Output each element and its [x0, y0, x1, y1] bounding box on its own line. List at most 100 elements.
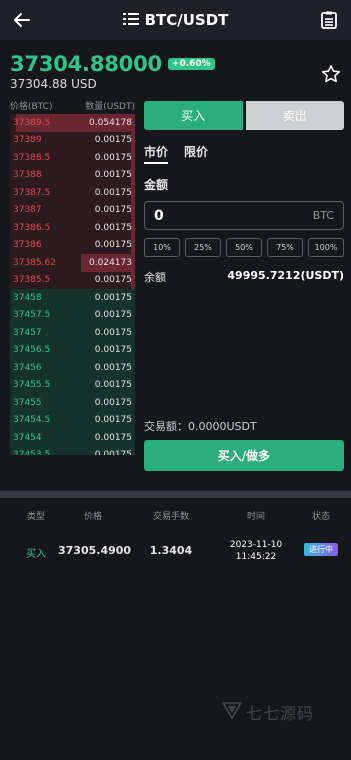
transaction-amount: 交易额：0.0000USDT — [144, 420, 257, 433]
ask-row[interactable]: 37388.5 0.00175 — [10, 149, 135, 167]
bid-row[interactable]: 37456.5 0.00175 — [10, 342, 135, 360]
order-date: 2023-11-10 — [229, 540, 283, 550]
bid-price: 37455 — [13, 397, 42, 408]
pct-25-button[interactable]: 25% — [185, 238, 221, 257]
col-lots: 交易手数 — [152, 512, 189, 522]
top-bar: BTC/USDT — [0, 0, 351, 40]
bid-price: 37456.5 — [13, 345, 51, 356]
usd-price: 37304.88 USD — [10, 77, 97, 91]
tab-buy[interactable]: 买入 — [144, 101, 243, 130]
pct-50-button[interactable]: 50% — [226, 238, 262, 257]
amount-value: 0 — [154, 207, 164, 224]
menu-list-icon — [122, 11, 139, 29]
col-type: 类型 — [26, 512, 45, 522]
bid-qty: 0.00175 — [95, 450, 132, 455]
bid-qty: 0.00175 — [94, 310, 132, 321]
ask-row[interactable]: 37389 0.00175 — [10, 131, 135, 149]
ask-row[interactable]: 37388 0.00175 — [10, 166, 135, 184]
ask-row[interactable]: 37385.5 0.00175 — [10, 271, 135, 289]
balance-row: 余额 49995.7212(USDT) — [144, 269, 344, 285]
ask-qty: 0.00175 — [94, 152, 132, 163]
bid-qty: 0.00175 — [94, 380, 132, 391]
book-price-header: 价格(BTC) — [10, 101, 53, 112]
pct-10-button[interactable]: 10% — [144, 238, 180, 257]
amount-input[interactable]: 0 BTC — [144, 201, 344, 230]
trade-form: 买入 卖出 市价 限价 金额 0 BTC 10% 25% 50% 75% 100… — [144, 96, 351, 471]
change-badge: +0.60% — [167, 58, 215, 70]
tab-sell[interactable]: 卖出 — [245, 101, 344, 130]
bid-qty: 0.00175 — [94, 415, 132, 426]
order-lots: 1.3404 — [149, 544, 193, 557]
ask-qty: 0.00175 — [94, 222, 132, 233]
bid-row[interactable]: 37455 0.00175 — [10, 394, 135, 412]
col-price: 价格 — [83, 512, 102, 522]
order-type: 买入 — [26, 549, 46, 560]
ask-price: 37387.5 — [13, 187, 51, 198]
ask-row[interactable]: 37386.5 0.00175 — [10, 219, 135, 237]
col-time: 时间 — [246, 512, 265, 522]
order-book: 价格(BTC) 数量(USDT) 37389.5 0.054178 37389 0.0… — [10, 96, 135, 471]
balance-label: 余额 — [144, 271, 166, 284]
bid-row[interactable]: 37455.5 0.00175 — [10, 377, 135, 395]
bid-row[interactable]: 37457 0.00175 — [10, 324, 135, 342]
order-status: 进行中 — [298, 542, 344, 556]
watermark-mark-icon — [221, 701, 243, 723]
bid-qty: 0.00175 — [94, 432, 132, 443]
section-divider — [0, 491, 351, 498]
ask-price: 37385.62 — [13, 257, 56, 268]
order-type-tabs: 市价 限价 — [144, 143, 344, 164]
ask-price: 37387 — [13, 205, 42, 216]
bid-row[interactable]: 37454.5 0.00175 — [10, 412, 135, 430]
bid-price: 37454 — [13, 432, 42, 443]
bid-qty: 0.00175 — [94, 327, 132, 338]
bid-qty: 0.00175 — [94, 292, 132, 303]
tab-limit[interactable]: 限价 — [184, 143, 208, 164]
bid-qty: 0.00175 — [94, 345, 132, 356]
bid-row[interactable]: 37454 0.00175 — [10, 429, 135, 447]
trade-content: 价格(BTC) 数量(USDT) 37389.5 0.054178 37389 0.0… — [0, 96, 351, 471]
bid-qty: 0.00175 — [94, 397, 132, 408]
bid-row[interactable]: 37456 0.00175 — [10, 359, 135, 377]
ask-row[interactable]: 37385.62 0.024173 — [10, 254, 135, 272]
percent-buttons: 10% 25% 50% 75% 100% — [144, 238, 344, 257]
ask-price: 37386 — [13, 240, 42, 251]
bid-price: 37457.5 — [13, 310, 51, 321]
status-badge: 进行中 — [304, 543, 338, 556]
buy-submit-button[interactable]: 买入/做多 — [144, 440, 344, 471]
ask-row[interactable]: 37389.5 0.054178 — [10, 114, 135, 132]
watermark-text: 七七源码 — [246, 704, 315, 723]
book-qty-header: 数量(USDT) — [85, 101, 135, 112]
ask-qty: 0.00175 — [94, 275, 132, 286]
ticker-panel: 37304.88000 +0.60% 37304.88 USD — [0, 40, 351, 96]
back-arrow-icon[interactable] — [10, 8, 34, 32]
ask-price: 37389.5 — [13, 117, 51, 128]
ask-row[interactable]: 37387 0.00175 — [10, 201, 135, 219]
amount-unit: BTC — [312, 209, 334, 222]
bid-row[interactable]: 37457.5 0.00175 — [10, 307, 135, 325]
ask-row[interactable]: 37386 0.00175 — [10, 236, 135, 254]
ask-row[interactable]: 37387.5 0.00175 — [10, 184, 135, 202]
ask-list: 37389.5 0.054178 37389 0.00175 37388.5 0.0017… — [10, 114, 135, 289]
bid-price: 37457 — [13, 327, 42, 338]
favorite-star-icon[interactable] — [321, 64, 341, 84]
pair-title[interactable]: BTC/USDT — [122, 11, 229, 29]
tab-market[interactable]: 市价 — [144, 143, 169, 164]
bid-row[interactable]: 37453.5 0.00175 — [10, 447, 135, 455]
pair-title-text: BTC/USDT — [144, 11, 229, 29]
ask-price: 37385.5 — [13, 275, 51, 286]
bid-row[interactable]: 37458 0.00175 — [10, 289, 135, 307]
order-clock: 11:45:22 — [235, 552, 277, 562]
ask-price: 37388.5 — [13, 152, 51, 163]
pct-75-button[interactable]: 75% — [267, 238, 303, 257]
order-list-icon[interactable] — [317, 8, 341, 32]
ask-qty: 0.00175 — [94, 170, 132, 181]
bid-price: 37455.5 — [13, 380, 51, 391]
pct-100-button[interactable]: 100% — [308, 238, 344, 257]
amount-label: 金额 — [144, 178, 169, 192]
order-time: 2023-11-10 11:45:22 — [226, 539, 286, 563]
watermark-logo: 七七源码 — [221, 700, 315, 724]
ask-qty: 0.054178 — [89, 117, 132, 128]
ask-qty: 0.00175 — [94, 187, 132, 198]
bid-list: 37458 0.00175 37457.5 0.00175 37457 0.00175 37… — [10, 289, 135, 455]
bid-price: 37456 — [13, 362, 42, 373]
